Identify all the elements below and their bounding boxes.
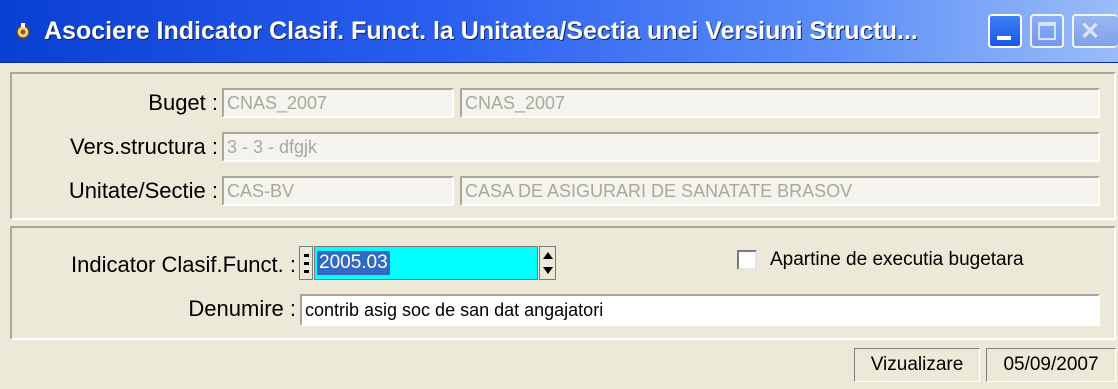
close-icon: ✕ bbox=[1080, 18, 1101, 45]
maximize-icon bbox=[1038, 22, 1056, 40]
unitate-sectie-label: Unitate/Sectie : bbox=[68, 178, 218, 203]
buget-code-field[interactable]: CNAS_2007 bbox=[222, 88, 454, 118]
spin-down-icon[interactable] bbox=[543, 267, 553, 274]
buget-name-field[interactable]: CNAS_2007 bbox=[460, 88, 1100, 118]
indicator-label: Indicator Clasif.Funct. : bbox=[71, 252, 296, 277]
unitate-code-field[interactable]: CAS-BV bbox=[222, 176, 454, 206]
status-date: 05/09/2007 bbox=[986, 348, 1116, 382]
denumire-label: Denumire : bbox=[188, 296, 296, 321]
executie-bugetara-label[interactable]: Apartine de executia bugetara bbox=[770, 246, 1024, 274]
spin-up-icon[interactable] bbox=[543, 252, 553, 259]
unitate-name-field[interactable]: CASA DE ASIGURARI DE SANATATE BRASOV bbox=[460, 176, 1100, 206]
executie-bugetara-checkbox[interactable] bbox=[737, 250, 757, 270]
indicator-spinner[interactable] bbox=[539, 246, 556, 280]
maximize-button[interactable] bbox=[1030, 14, 1064, 48]
title-bar[interactable]: Asociere Indicator Clasif. Funct. la Uni… bbox=[0, 0, 1118, 63]
app-icon bbox=[16, 23, 30, 39]
minimize-button[interactable] bbox=[988, 14, 1022, 48]
indicator-input[interactable]: 2005.03 bbox=[314, 246, 538, 280]
indicator-value: 2005.03 bbox=[317, 251, 390, 275]
buget-label: Buget : bbox=[148, 90, 218, 115]
vers-structura-label: Vers.structura : bbox=[70, 134, 218, 159]
window-title: Asociere Indicator Clasif. Funct. la Uni… bbox=[44, 17, 918, 45]
close-button[interactable]: ✕ bbox=[1072, 14, 1118, 48]
minimize-icon bbox=[997, 36, 1011, 40]
indicator-lookup-button[interactable] bbox=[299, 246, 313, 280]
vers-structura-field[interactable]: 3 - 3 - dfgjk bbox=[222, 132, 1100, 162]
status-mode: Vizualizare bbox=[854, 348, 980, 382]
dialog-window: Asociere Indicator Clasif. Funct. la Uni… bbox=[0, 0, 1118, 389]
denumire-field[interactable]: contrib asig soc de san dat angajatori bbox=[300, 294, 1100, 326]
